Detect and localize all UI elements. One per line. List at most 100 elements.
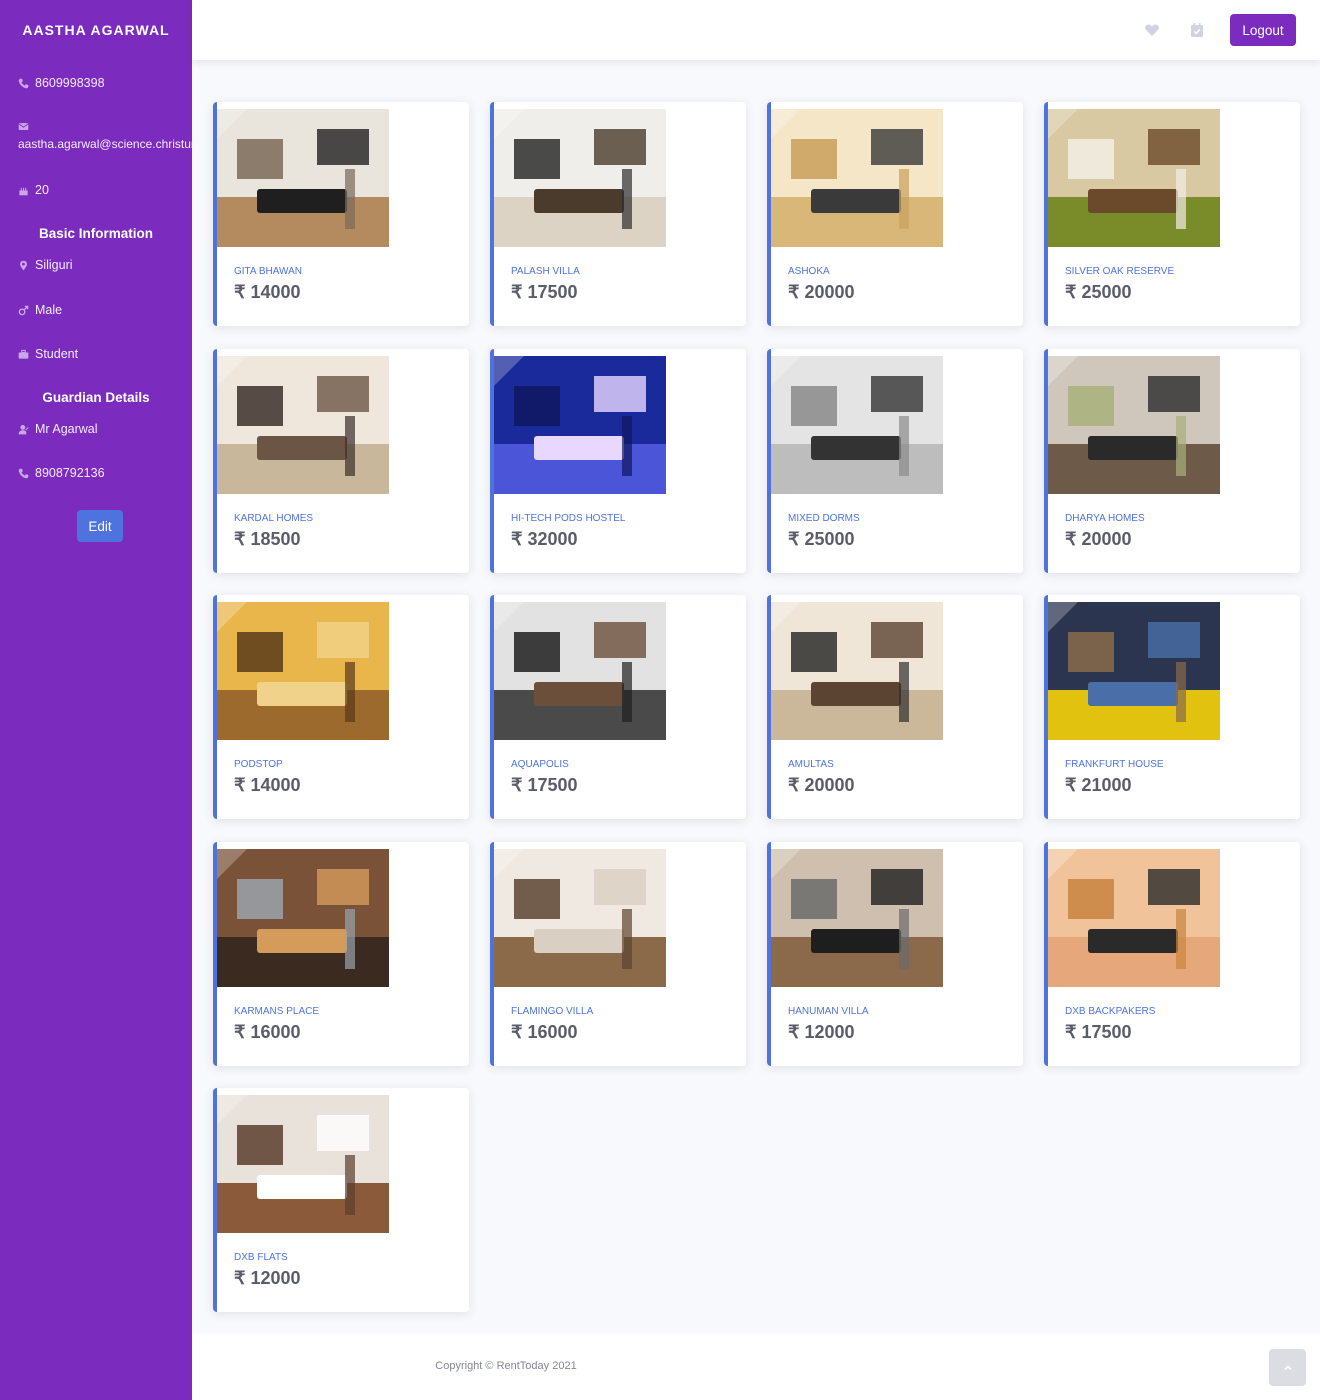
- listing-price: ₹ 12000: [234, 1268, 301, 1288]
- listing-price: ₹ 18500: [234, 528, 301, 549]
- gender-text: Male: [35, 303, 63, 317]
- listing-price: ₹ 16000: [234, 1021, 301, 1042]
- listing-thumbnail[interactable]: [494, 602, 666, 740]
- listing-thumbnail[interactable]: [1048, 355, 1220, 494]
- listing-price: ₹ 20000: [788, 282, 855, 302]
- listing-name[interactable]: ASHOKA: [788, 266, 830, 277]
- listing-card[interactable]: DXB FLATS ₹ 12000: [213, 1088, 469, 1312]
- scroll-to-top-button[interactable]: [1269, 1349, 1306, 1386]
- phone-icon: [18, 78, 29, 88]
- listing-thumbnail[interactable]: [217, 848, 389, 987]
- footer: Copyright © RentToday 2021: [192, 1334, 1320, 1400]
- listing-name[interactable]: FLAMINGO VILLA: [511, 1006, 593, 1017]
- listing-card[interactable]: FRANKFURT HOUSE ₹ 21000: [1044, 595, 1300, 819]
- listing-name[interactable]: DHARYA HOMES: [1065, 513, 1145, 524]
- listing-photo: [1048, 602, 1220, 740]
- listing-photo: [217, 848, 389, 987]
- listing-name[interactable]: FRANKFURT HOUSE: [1065, 759, 1164, 770]
- listing-thumbnail[interactable]: [217, 109, 389, 247]
- listing-card[interactable]: ASHOKA ₹ 20000: [767, 102, 1023, 326]
- envelope-icon: [18, 123, 29, 130]
- listing-name[interactable]: DXB FLATS: [234, 1252, 288, 1263]
- listing-thumbnail[interactable]: [771, 602, 943, 740]
- listing-card[interactable]: FLAMINGO VILLA ₹ 16000: [490, 841, 746, 1066]
- listing-photo: [217, 109, 389, 247]
- listing-price: ₹ 17500: [511, 775, 578, 795]
- listing-photo: [494, 602, 666, 740]
- listing-thumbnail[interactable]: [494, 109, 666, 247]
- guardian-name-row: Mr Agarwal: [0, 419, 98, 439]
- listing-card[interactable]: PALASH VILLA ₹ 17500: [490, 102, 746, 326]
- listing-thumbnail[interactable]: [1048, 848, 1220, 987]
- listing-card[interactable]: HANUMAN VILLA ₹ 12000: [767, 841, 1023, 1066]
- listing-name[interactable]: AQUAPOLIS: [511, 759, 569, 770]
- listing-name[interactable]: DXB BACKPAKERS: [1065, 1006, 1155, 1017]
- phone-row: 8609998398: [0, 73, 105, 93]
- city-text: Siliguri: [35, 258, 73, 272]
- listing-name[interactable]: KARDAL HOMES: [234, 513, 313, 524]
- guardian-name-text: Mr Agarwal: [35, 422, 98, 436]
- listing-card[interactable]: HI-TECH PODS HOSTEL ₹ 32000: [490, 348, 746, 573]
- basic-info-heading: Basic Information: [38, 226, 154, 241]
- city-row: Siliguri: [0, 255, 73, 275]
- listing-thumbnail[interactable]: [771, 109, 943, 247]
- briefcase-icon: [18, 349, 29, 359]
- listing-name[interactable]: HI-TECH PODS HOSTEL: [511, 513, 625, 524]
- listing-price: ₹ 25000: [1065, 282, 1132, 302]
- birthday-cake-icon: [19, 187, 28, 195]
- guardian-phone-text: 8908792136: [35, 466, 105, 480]
- heart-icon[interactable]: [1144, 22, 1160, 38]
- listing-card[interactable]: DHARYA HOMES ₹ 20000: [1044, 348, 1300, 573]
- listing-photo: [771, 848, 943, 987]
- age-text: 20: [35, 183, 49, 197]
- user-name: AASTHA AGARWAL: [22, 22, 170, 38]
- guardian-heading: Guardian Details: [42, 390, 150, 405]
- listing-price: ₹ 20000: [788, 775, 855, 795]
- listing-card[interactable]: KARMANS PLACE ₹ 16000: [213, 841, 469, 1066]
- listing-card[interactable]: KARDAL HOMES ₹ 18500: [213, 348, 469, 573]
- guardian-phone-row: 8908792136: [0, 463, 105, 483]
- listing-price: ₹ 16000: [511, 1021, 578, 1042]
- calendar-icon[interactable]: [1189, 22, 1205, 38]
- listing-name[interactable]: KARMANS PLACE: [234, 1006, 319, 1017]
- listing-price: ₹ 20000: [1065, 528, 1132, 549]
- listing-thumbnail[interactable]: [771, 848, 943, 987]
- email-text: aastha.agarwal@science.christuniversity.…: [18, 137, 192, 151]
- listing-card[interactable]: SILVER OAK RESERVE ₹ 25000: [1044, 102, 1300, 326]
- listing-thumbnail[interactable]: [494, 355, 666, 494]
- listing-photo: [771, 355, 943, 494]
- listing-name[interactable]: PODSTOP: [234, 759, 283, 770]
- email-row: aastha.agarwal@science.christuniversity.…: [0, 121, 192, 151]
- listing-thumbnail[interactable]: [771, 355, 943, 494]
- listing-thumbnail[interactable]: [217, 602, 389, 740]
- sidebar: AASTHA AGARWAL 8609998398 aastha.agarwal…: [0, 0, 192, 1400]
- listing-card[interactable]: AQUAPOLIS ₹ 17500: [490, 595, 746, 819]
- phone-icon: [18, 468, 29, 478]
- logout-button[interactable]: Logout: [1230, 14, 1296, 46]
- listing-card[interactable]: AMULTAS ₹ 20000: [767, 595, 1023, 819]
- listing-name[interactable]: PALASH VILLA: [511, 266, 580, 277]
- listing-card[interactable]: MIXED DORMS ₹ 25000: [767, 348, 1023, 573]
- listing-card[interactable]: GITA BHAWAN ₹ 14000: [213, 102, 469, 326]
- map-marker-icon: [20, 260, 27, 270]
- listing-name[interactable]: SILVER OAK RESERVE: [1065, 266, 1174, 277]
- listing-photo: [771, 109, 943, 247]
- edit-profile-button[interactable]: Edit: [77, 510, 123, 542]
- listing-name[interactable]: HANUMAN VILLA: [788, 1006, 869, 1017]
- listing-card[interactable]: DXB BACKPAKERS ₹ 17500: [1044, 841, 1300, 1066]
- listing-thumbnail[interactable]: [1048, 109, 1220, 247]
- listing-thumbnail[interactable]: [217, 355, 389, 494]
- listing-thumbnail[interactable]: [1048, 602, 1220, 740]
- listing-thumbnail[interactable]: [494, 848, 666, 987]
- listing-card[interactable]: PODSTOP ₹ 14000: [213, 595, 469, 819]
- listing-thumbnail[interactable]: [217, 1095, 389, 1233]
- listing-photo: [217, 602, 389, 740]
- listing-name[interactable]: GITA BHAWAN: [234, 266, 302, 277]
- listing-price: ₹ 17500: [511, 282, 578, 302]
- listing-price: ₹ 14000: [234, 282, 301, 302]
- listing-name[interactable]: AMULTAS: [788, 759, 834, 770]
- listing-price: ₹ 21000: [1065, 775, 1132, 795]
- chevron-up-icon: [1283, 1364, 1292, 1370]
- listing-name[interactable]: MIXED DORMS: [788, 513, 860, 524]
- occupation-row: Student: [0, 344, 78, 364]
